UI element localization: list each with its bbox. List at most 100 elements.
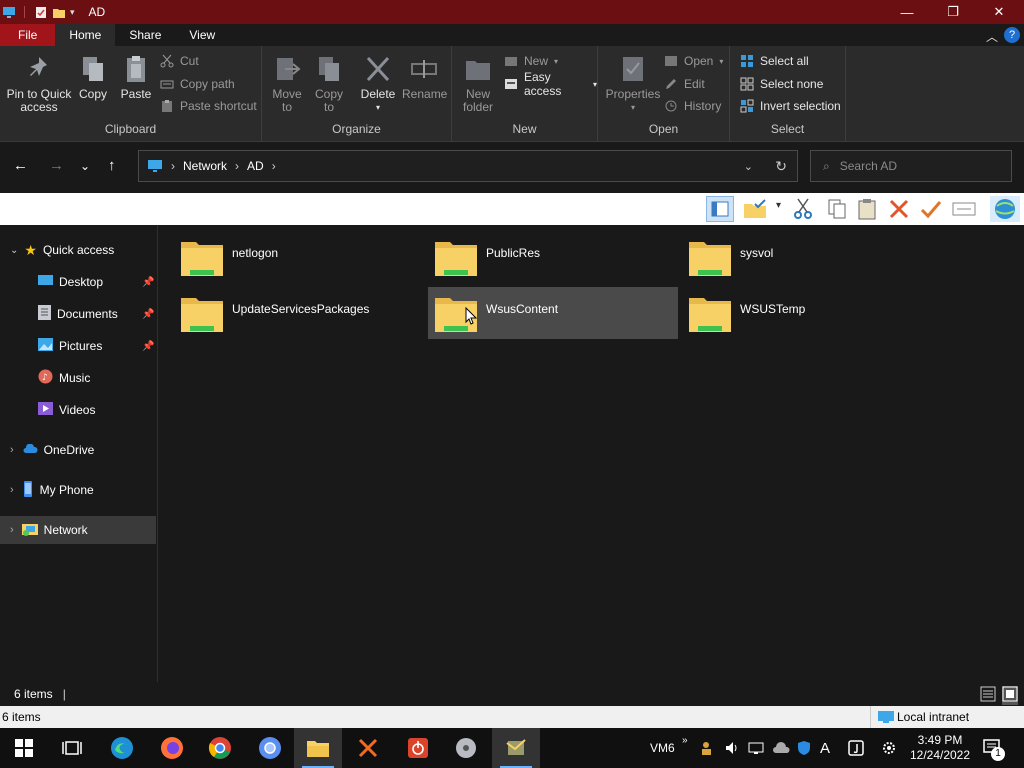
show-hidden-icons-chevron-icon[interactable]: » — [682, 720, 688, 760]
collapse-ribbon-icon[interactable]: ︿ — [986, 28, 998, 45]
pin-icon[interactable]: 📌 — [142, 309, 154, 320]
cloud-tray-icon[interactable] — [772, 728, 790, 768]
computer-icon[interactable] — [2, 6, 16, 19]
new-folder-icon[interactable] — [52, 6, 66, 19]
volume-icon[interactable] — [724, 728, 740, 768]
network-tray-icon[interactable] — [748, 728, 764, 768]
up-arrow-icon[interactable]: ↑ — [108, 157, 116, 174]
breadcrumb-network[interactable]: Network — [183, 159, 227, 173]
folder-item[interactable]: PublicRes — [428, 231, 678, 283]
chrome-icon[interactable] — [196, 728, 244, 768]
clock[interactable]: 3:49 PM 12/24/2022 — [910, 728, 970, 768]
customize-quick-toolbar-icon[interactable]: ▾ — [70, 7, 75, 18]
nav-desktop[interactable]: Desktop 📌 — [0, 268, 156, 296]
start-button[interactable] — [0, 728, 48, 768]
power-app-icon[interactable] — [394, 728, 442, 768]
help-icon[interactable]: ? — [1004, 27, 1020, 43]
details-view-icon[interactable] — [980, 686, 996, 705]
new-folder-button[interactable]: New folder — [458, 54, 498, 114]
toggle-pane-icon[interactable] — [706, 196, 734, 222]
folder-check-icon[interactable] — [742, 198, 768, 223]
forward-arrow-icon[interactable]: → — [49, 157, 64, 174]
properties-icon[interactable] — [34, 6, 48, 19]
rename-box-icon[interactable] — [952, 199, 976, 222]
edge-icon[interactable] — [98, 728, 146, 768]
nav-documents[interactable]: Documents 📌 — [0, 300, 156, 328]
checkmark-icon[interactable] — [920, 198, 942, 223]
paste-shortcut-button[interactable]: Paste shortcut — [160, 97, 257, 115]
breadcrumb-ad[interactable]: AD — [247, 159, 264, 173]
delete-dropdown-icon[interactable]: ▾ — [358, 101, 398, 114]
chevron-right-icon[interactable]: › — [10, 444, 14, 456]
rename-button[interactable]: Rename — [402, 54, 447, 101]
folder-item[interactable]: WsusContent — [428, 287, 678, 339]
copy-icon[interactable] — [826, 198, 848, 223]
folder-item[interactable]: WSUSTemp — [682, 287, 932, 339]
easy-access-button[interactable]: Easy access ▾ — [504, 70, 597, 98]
tray-people-icon[interactable] — [700, 728, 716, 768]
minimize-button[interactable]: — — [884, 0, 930, 24]
copy-path-button[interactable]: Copy path — [160, 75, 235, 93]
new-item-button[interactable]: New ▾ — [504, 52, 558, 70]
nav-quick-access[interactable]: ⌄ ★ Quick access — [0, 236, 156, 264]
invert-selection-button[interactable]: Invert selection — [740, 97, 841, 115]
tab-view[interactable]: View — [175, 24, 229, 46]
edit-button[interactable]: Edit — [664, 75, 705, 93]
chevron-right-icon[interactable]: › — [10, 484, 14, 496]
search-box[interactable]: ⌕ Search AD — [810, 150, 1012, 182]
tab-file[interactable]: File — [0, 24, 56, 46]
folder-item[interactable]: netlogon — [174, 231, 424, 283]
task-view-icon[interactable] — [48, 728, 96, 768]
paste-button[interactable]: Paste — [116, 54, 156, 101]
recent-locations-chevron-icon[interactable]: ⌄ — [80, 159, 90, 173]
onenote-tray-icon[interactable] — [848, 728, 864, 768]
refresh-icon[interactable]: ↻ — [775, 158, 787, 175]
nav-music[interactable]: ♪ Music — [0, 364, 156, 392]
font-input-icon[interactable]: A — [820, 728, 830, 768]
nav-onedrive[interactable]: › OneDrive — [0, 436, 156, 464]
maximize-button[interactable]: ❐ — [930, 0, 976, 24]
nav-pictures[interactable]: Pictures 📌 — [0, 332, 156, 360]
history-button[interactable]: History — [664, 97, 721, 115]
address-history-chevron-icon[interactable]: ⌄ — [744, 160, 753, 173]
properties-button[interactable]: Properties ▾ — [602, 54, 664, 114]
disc-app-icon[interactable] — [442, 728, 490, 768]
paste-icon[interactable] — [856, 198, 878, 223]
chevron-right-icon[interactable]: › — [10, 524, 14, 536]
select-all-button[interactable]: Select all — [740, 52, 809, 70]
notification-center-icon[interactable]: 1 — [982, 728, 1005, 768]
views-dropdown-icon[interactable]: ▾ — [776, 200, 781, 211]
open-button[interactable]: Open ▾ — [664, 52, 723, 70]
folder-item[interactable]: sysvol — [682, 231, 932, 283]
pin-icon[interactable]: 📌 — [142, 341, 154, 352]
nav-network[interactable]: › Network — [0, 516, 156, 544]
chromium-icon[interactable] — [246, 728, 294, 768]
scissors-icon[interactable] — [792, 197, 814, 224]
delete-x-icon[interactable] — [888, 198, 910, 223]
folder-item[interactable]: UpdateServicesPackages — [174, 287, 424, 339]
settings-gear-icon[interactable] — [880, 728, 898, 768]
address-bar[interactable]: › Network › AD › ⌄ ↻ — [138, 150, 798, 182]
cut-button[interactable]: Cut — [160, 52, 199, 70]
breadcrumb-separator-icon[interactable]: › — [235, 159, 239, 173]
firefox-icon[interactable] — [148, 728, 196, 768]
breadcrumb-separator-icon[interactable]: › — [272, 159, 276, 173]
nav-videos[interactable]: Videos — [0, 396, 156, 424]
close-button[interactable]: ✕ — [976, 0, 1022, 24]
back-arrow-icon[interactable]: ← — [13, 157, 28, 174]
pin-icon[interactable]: 📌 — [142, 277, 154, 288]
breadcrumb-separator-icon[interactable]: › — [171, 159, 175, 173]
large-icons-view-icon[interactable] — [1002, 686, 1018, 705]
copy-button[interactable]: Copy — [76, 54, 110, 101]
chevron-down-icon[interactable]: ⌄ — [10, 245, 18, 256]
delete-button[interactable]: Delete ▾ — [358, 54, 398, 114]
xampp-icon[interactable] — [344, 728, 392, 768]
select-none-button[interactable]: Select none — [740, 75, 823, 93]
move-to-button[interactable]: Move to — [268, 54, 306, 114]
security-shield-icon[interactable] — [796, 728, 812, 768]
copy-to-button[interactable]: Copy to — [310, 54, 348, 114]
globe-icon[interactable] — [990, 196, 1020, 222]
server-manager-icon[interactable] — [492, 728, 540, 768]
file-explorer-icon[interactable] — [294, 728, 342, 768]
pin-to-quick-access-button[interactable]: Pin to Quick access — [4, 54, 74, 114]
